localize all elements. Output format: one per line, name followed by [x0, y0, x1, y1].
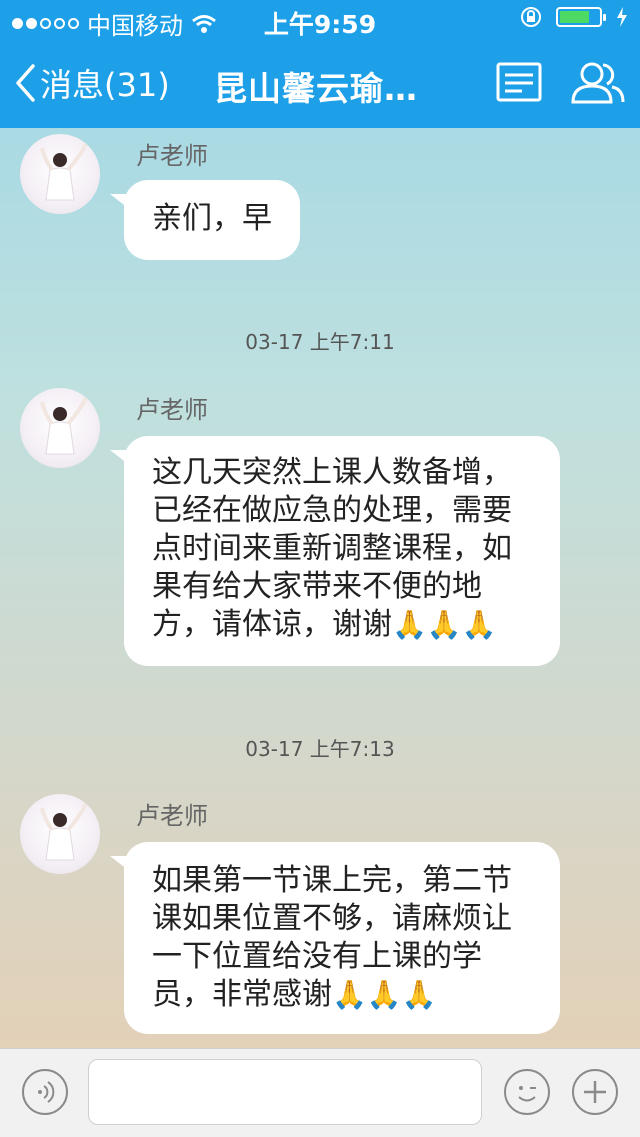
menu-icon[interactable] [496, 62, 542, 102]
chevron-left-icon [16, 64, 35, 102]
timestamp: 03-17 上午7:11 [245, 330, 395, 354]
voice-button[interactable] [22, 1069, 68, 1115]
message-line: 点时间来重新调整课程，如 [152, 531, 512, 566]
message-line: 方，请体谅，谢谢 [152, 607, 392, 642]
avatar-image [40, 143, 88, 201]
message-line: 一下位置给没有上课的学 [152, 939, 482, 974]
charging-icon [617, 7, 627, 27]
avatar[interactable] [20, 794, 100, 874]
message-line: 员，非常感谢 [152, 977, 332, 1012]
message-bubble[interactable]: 如果第一节课上完，第二节 课如果位置不够，请麻烦让 一下位置给没有上课的学 员，… [110, 842, 560, 1034]
back-label: 消息(31) [40, 66, 170, 104]
status-bar: 中国移动 上午9:59 [0, 0, 640, 40]
message-bubble[interactable]: 亲们，早 [110, 180, 300, 260]
message-input[interactable] [88, 1059, 482, 1125]
message-line: 果有给大家带来不便的地 [152, 569, 482, 604]
message-line: 如果第一节课上完，第二节 [152, 863, 512, 898]
back-button[interactable]: 消息(31) [14, 60, 170, 106]
group-members-icon[interactable] [570, 60, 626, 104]
plus-button[interactable] [572, 1069, 618, 1115]
message-line: 这几天突然上课人数备增， [152, 455, 512, 490]
praying-hands-emoji: 🙏🙏🙏 [392, 608, 497, 641]
avatar-image [40, 397, 88, 455]
nav-bar: 消息(31) 昆山馨云瑜… [0, 40, 640, 128]
emoji-button[interactable] [504, 1069, 550, 1115]
input-bar [0, 1048, 640, 1137]
rotation-lock-icon [521, 7, 541, 27]
message-bubble[interactable]: 这几天突然上课人数备增， 已经在做应急的处理，需要 点时间来重新调整课程，如 果… [110, 436, 560, 666]
avatar-image [40, 803, 88, 861]
avatar[interactable] [20, 388, 100, 468]
chat-title: 昆山馨云瑜… [214, 69, 418, 108]
sender-name: 卢老师 [136, 802, 208, 830]
voice-icon [38, 1081, 55, 1103]
timestamp: 03-17 上午7:13 [245, 737, 395, 761]
plus-icon [584, 1081, 606, 1103]
message-text: 亲们，早 [152, 201, 272, 236]
sender-name: 卢老师 [136, 142, 208, 170]
emoji-icon [518, 1086, 536, 1102]
sender-name: 卢老师 [136, 396, 208, 424]
message-line: 课如果位置不够，请麻烦让 [152, 901, 512, 936]
message-line: 已经在做应急的处理，需要 [152, 493, 512, 528]
battery-icon [556, 7, 606, 27]
avatar[interactable] [20, 134, 100, 214]
praying-hands-emoji: 🙏🙏🙏 [332, 978, 437, 1011]
